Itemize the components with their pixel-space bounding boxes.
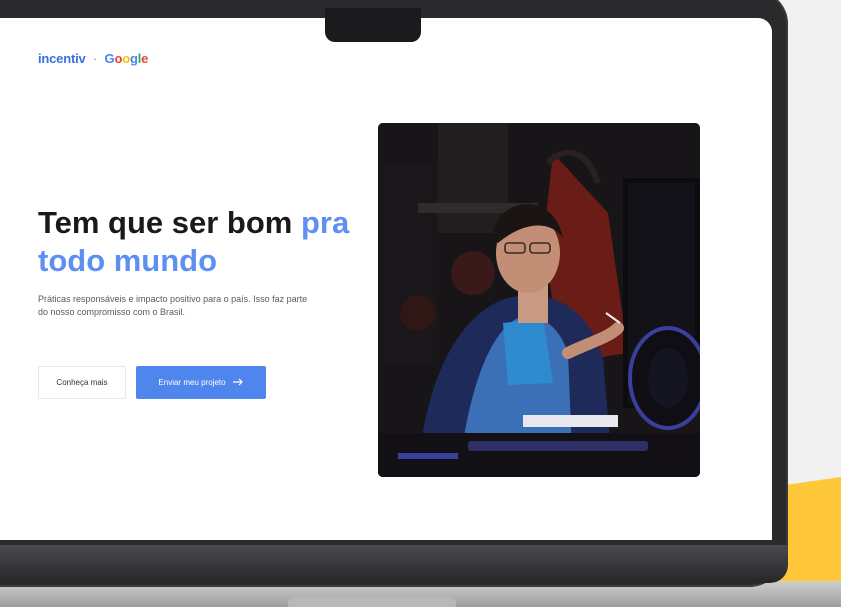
brand-name: incentiv xyxy=(38,51,86,66)
submit-project-button[interactable]: Enviar meu projeto xyxy=(136,366,266,399)
partner-logo: Google xyxy=(105,51,149,66)
hero-title-main: Tem que ser bom xyxy=(38,205,301,240)
laptop-screen: incentiv · Google Tem que ser bom pra to… xyxy=(0,18,772,540)
partner-letter: G xyxy=(104,51,115,66)
partner-letter: g xyxy=(129,51,138,66)
partner-letter: e xyxy=(141,51,149,66)
desk-notch xyxy=(288,597,456,607)
camera-notch xyxy=(325,8,421,42)
brand-logo[interactable]: incentiv · Google xyxy=(38,51,148,66)
hero-photo xyxy=(378,123,700,477)
laptop-base xyxy=(0,545,788,583)
hero-description: Práticas responsáveis e impacto positivo… xyxy=(38,294,308,317)
learn-more-label: Conheça mais xyxy=(56,378,108,387)
hero-title: Tem que ser bom pra todo mundo xyxy=(38,204,378,280)
brand-separator: · xyxy=(92,51,98,66)
arrow-right-icon xyxy=(232,378,244,388)
partner-letter: o xyxy=(122,51,130,66)
learn-more-button[interactable]: Conheça mais xyxy=(38,366,126,399)
submit-project-label: Enviar meu projeto xyxy=(158,378,226,387)
